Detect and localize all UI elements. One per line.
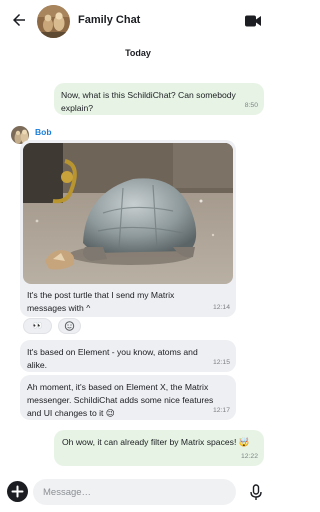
attach-button[interactable] [7,481,28,502]
message-bubble-incoming[interactable]: Ah moment, it's based on Element X, the … [20,375,236,420]
add-reaction-icon [64,321,75,331]
message-text: It's based on Element - you know, atoms … [27,347,198,370]
message-bubble-incoming[interactable]: It's based on Element - you know, atoms … [20,340,236,372]
video-camera-icon [245,15,261,27]
back-button[interactable] [10,11,28,29]
message-timestamp: 12:14 [212,304,230,311]
add-reaction-button[interactable] [58,318,81,334]
plus-icon [11,485,24,498]
arrow-left-icon [13,14,25,26]
microphone-icon [250,484,262,500]
message-bubble-outgoing[interactable]: Oh wow, it can already filter by Matrix … [54,430,264,466]
message-text: Now, what is this SchildiChat? Can someb… [61,90,236,113]
message-caption: It's the post turtle that I send my Matr… [27,290,175,313]
tortoise-photo [23,143,233,284]
video-call-button[interactable] [245,14,261,27]
room-title[interactable]: Family Chat [78,14,140,26]
message-timestamp: 8:50 [244,102,258,109]
reaction-chip[interactable]: 👀 [23,318,52,334]
message-text: Oh wow, it can already filter by Matrix … [62,437,250,447]
voice-message-button[interactable] [249,484,263,501]
date-separator: Today [125,48,151,58]
message-text: Ah moment, it's based on Element X, the … [27,382,214,418]
top-app-bar: Family Chat [0,0,276,44]
message-composer [0,474,276,512]
eyes-emoji: 👀 [32,321,43,330]
message-timestamp: 12:17 [212,407,230,414]
room-avatar-image [37,5,70,38]
room-avatar[interactable] [37,5,70,38]
message-bubble-outgoing[interactable]: Now, what is this SchildiChat? Can someb… [54,83,264,115]
message-timestamp: 12:15 [212,359,230,366]
sender-name[interactable]: Bob [35,127,52,137]
message-timestamp: 12:22 [240,453,258,460]
message-image[interactable] [23,143,233,284]
message-input[interactable] [33,479,236,505]
message-bubble-image[interactable]: It's the post turtle that I send my Matr… [20,140,236,317]
